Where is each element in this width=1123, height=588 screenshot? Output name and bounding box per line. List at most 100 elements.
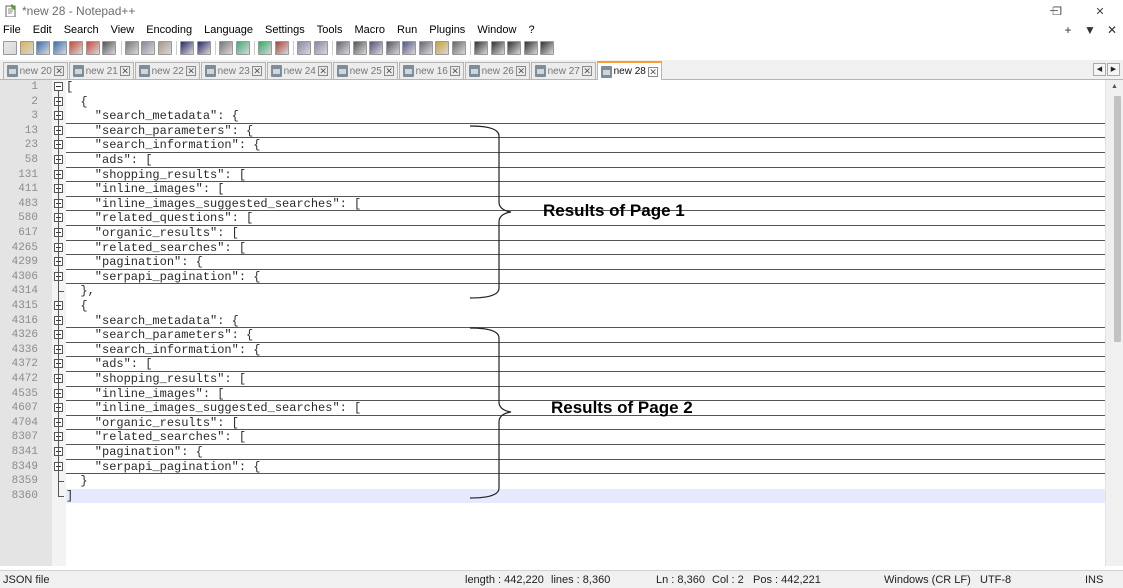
tab-close-icon[interactable]: ✕ xyxy=(186,66,196,76)
tab-new-22[interactable]: new 22 ✕ xyxy=(135,62,200,79)
sync-v-icon[interactable] xyxy=(297,40,311,55)
menu-macro[interactable]: Macro xyxy=(350,22,389,38)
scroll-up-icon[interactable]: ▲ xyxy=(1106,80,1123,94)
open-file-icon[interactable] xyxy=(19,40,34,55)
doc-map-icon[interactable] xyxy=(402,40,416,55)
tab-scroll-left-icon[interactable]: ◀ xyxy=(1093,63,1106,76)
menu-encoding[interactable]: Encoding xyxy=(142,22,196,38)
code-line[interactable]: 4316 "search_metadata": { xyxy=(0,314,1105,329)
menu-view[interactable]: View xyxy=(107,22,139,38)
udl-icon[interactable] xyxy=(385,40,400,55)
tab-new-26[interactable]: new 26 ✕ xyxy=(465,62,530,79)
code-line[interactable]: 8307 "related_searches": [ xyxy=(0,430,1105,445)
code-line[interactable]: 4472 "shopping_results": [ xyxy=(0,372,1105,387)
code-line[interactable]: 4315 { xyxy=(0,299,1105,314)
save-macro-icon[interactable] xyxy=(540,40,554,55)
menu-help[interactable]: ? xyxy=(524,22,538,38)
menu-plugins[interactable]: Plugins xyxy=(425,22,469,38)
tab-close-icon[interactable]: ✕ xyxy=(516,66,526,76)
code-line[interactable]: 131 "shopping_results": [ xyxy=(0,168,1105,183)
tab-new-20[interactable]: new 20 ✕ xyxy=(3,62,68,79)
tab-new-21[interactable]: new 21 ✕ xyxy=(69,62,134,79)
tab-close-icon[interactable]: ✕ xyxy=(384,66,394,76)
menu-new-tab-icon[interactable]: + xyxy=(1057,22,1079,38)
code-line[interactable]: 2 { xyxy=(0,95,1105,110)
close-all-icon[interactable] xyxy=(85,40,100,55)
tab-close-icon[interactable]: ✕ xyxy=(318,66,328,76)
vertical-scrollbar[interactable]: ▲ xyxy=(1105,80,1123,566)
code-line[interactable]: 58 "ads": [ xyxy=(0,153,1105,168)
sync-h-icon[interactable] xyxy=(313,40,328,55)
code-line[interactable]: 4336 "search_information": { xyxy=(0,343,1105,358)
tab-scroll-right-icon[interactable]: ▶ xyxy=(1107,63,1120,76)
word-wrap-icon[interactable] xyxy=(336,40,350,55)
find-icon[interactable] xyxy=(219,40,233,55)
indent-guide-icon[interactable] xyxy=(369,40,383,55)
status-encoding[interactable]: UTF-8 xyxy=(980,573,1011,587)
code-line[interactable]: 4299 "pagination": { xyxy=(0,255,1105,270)
zoom-out-icon[interactable] xyxy=(274,40,289,55)
save-icon[interactable] xyxy=(36,40,50,55)
code-line[interactable]: 8359 } xyxy=(0,474,1105,489)
save-all-icon[interactable] xyxy=(52,40,67,55)
code-line[interactable]: 8349 "serpapi_pagination": { xyxy=(0,460,1105,475)
tab-close-icon[interactable]: ✕ xyxy=(54,66,64,76)
menu-search[interactable]: Search xyxy=(60,22,103,38)
code-line[interactable]: 23 "search_information": { xyxy=(0,138,1105,153)
menu-edit[interactable]: Edit xyxy=(29,22,56,38)
tab-close-icon[interactable]: ✕ xyxy=(120,66,130,76)
tab-new-24[interactable]: new 24 ✕ xyxy=(267,62,332,79)
print-icon[interactable] xyxy=(102,40,116,55)
code-line[interactable]: 8360] xyxy=(12,488,1123,504)
editor[interactable]: 1[2 {3 "search_metadata": {13 "search_pa… xyxy=(0,80,1123,566)
new-file-icon[interactable] xyxy=(3,40,17,55)
menu-window[interactable]: Window xyxy=(473,22,520,38)
cut-icon[interactable] xyxy=(124,40,139,55)
code-line[interactable]: 1[ xyxy=(0,80,1105,95)
code-line[interactable]: 4314 }, xyxy=(0,284,1105,299)
folder-workspace-icon[interactable] xyxy=(435,40,449,55)
code-line[interactable]: 411 "inline_images": [ xyxy=(0,182,1105,197)
redo-icon[interactable] xyxy=(196,40,211,55)
code-line[interactable]: 4326 "search_parameters": { xyxy=(0,328,1105,343)
tab-new-27[interactable]: new 27 ✕ xyxy=(531,62,596,79)
function-list-icon[interactable] xyxy=(418,40,433,55)
close-icon[interactable] xyxy=(69,40,83,55)
menu-tools[interactable]: Tools xyxy=(313,22,347,38)
status-eol[interactable]: Windows (CR LF) xyxy=(884,573,971,587)
code-line[interactable]: 4306 "serpapi_pagination": { xyxy=(0,270,1105,285)
paste-icon[interactable] xyxy=(157,40,172,55)
code-line[interactable]: 617 "organic_results": [ xyxy=(0,226,1105,241)
menu-close-tab-icon[interactable]: ✕ xyxy=(1101,22,1123,38)
code-line[interactable]: 13 "search_parameters": { xyxy=(0,124,1105,139)
code-line[interactable]: 3 "search_metadata": { xyxy=(0,109,1105,124)
tab-new-28[interactable]: new 28 ✕ xyxy=(597,61,662,80)
code-line[interactable]: 8341 "pagination": { xyxy=(0,445,1105,460)
tab-new-23[interactable]: new 23 ✕ xyxy=(201,62,266,79)
menu-file[interactable]: File xyxy=(0,22,25,38)
fold-collapse-icon[interactable] xyxy=(54,82,63,91)
menu-tab-list-icon[interactable]: ▼ xyxy=(1079,22,1101,38)
replace-icon[interactable] xyxy=(235,40,250,55)
code-line[interactable]: 4265 "related_searches": [ xyxy=(0,241,1105,256)
tab-close-icon[interactable]: ✕ xyxy=(252,66,262,76)
status-insert-mode[interactable]: INS xyxy=(1085,573,1103,587)
zoom-in-icon[interactable] xyxy=(258,40,272,55)
undo-icon[interactable] xyxy=(180,40,194,55)
run-macro-multiple-icon[interactable] xyxy=(523,40,538,55)
stop-macro-icon[interactable] xyxy=(490,40,505,55)
scrollbar-thumb[interactable] xyxy=(1114,96,1121,342)
restore-button[interactable]: ❐ xyxy=(1035,0,1079,22)
tab-close-icon[interactable]: ✕ xyxy=(450,66,460,76)
menu-settings[interactable]: Settings xyxy=(261,22,309,38)
tab-close-icon[interactable]: ✕ xyxy=(582,66,592,76)
close-button[interactable]: ✕ xyxy=(1077,0,1123,22)
menu-language[interactable]: Language xyxy=(200,22,257,38)
play-macro-icon[interactable] xyxy=(507,40,521,55)
monitor-icon[interactable] xyxy=(451,40,466,55)
tab-new-25[interactable]: new 25 ✕ xyxy=(333,62,398,79)
record-macro-icon[interactable] xyxy=(474,40,488,55)
code-line[interactable]: 4372 "ads": [ xyxy=(0,357,1105,372)
tab-close-icon[interactable]: ✕ xyxy=(648,66,658,77)
copy-icon[interactable] xyxy=(141,40,155,55)
